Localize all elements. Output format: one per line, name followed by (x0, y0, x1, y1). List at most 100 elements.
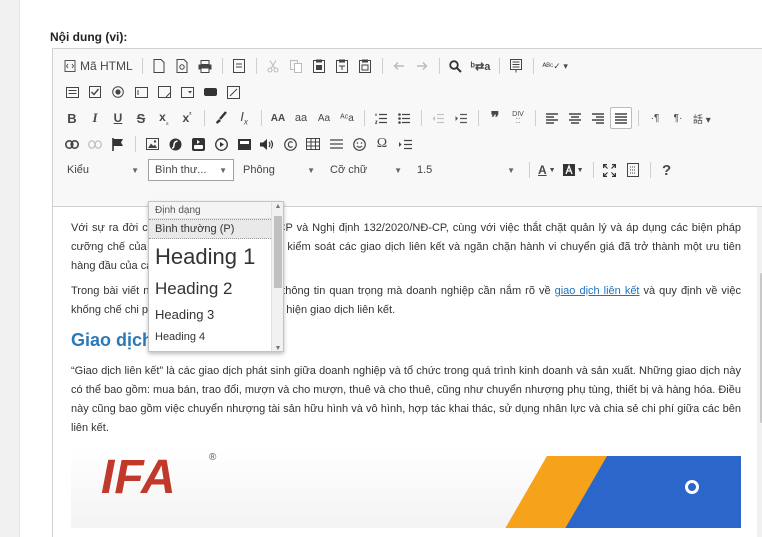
capitalize-button[interactable]: Aa (313, 107, 335, 129)
styles-combo[interactable]: Kiểu ▼ (61, 159, 145, 181)
format-dropdown-scrollbar[interactable]: ▲ ▼ (271, 202, 283, 351)
editor-scrollbar[interactable] (757, 207, 762, 537)
subscript-button[interactable]: x₂ (153, 107, 175, 129)
div-icon: DIV ⁚⁚ (512, 111, 524, 125)
ltr-button[interactable]: ·¶ (644, 107, 666, 129)
format-option-heading-4[interactable]: Heading 4 (149, 327, 283, 347)
textfield-button[interactable] (130, 81, 152, 103)
text-color-button[interactable]: A ▼ (535, 159, 559, 181)
format-combo-label: Bình thư... (155, 164, 207, 176)
help-button[interactable]: ? (656, 159, 678, 181)
font-combo[interactable]: Phông ▼ (237, 159, 321, 181)
align-right-button[interactable] (587, 107, 609, 129)
strike-button[interactable]: S (130, 107, 152, 129)
separator (638, 110, 639, 126)
print-button[interactable] (194, 55, 216, 77)
youtube-button[interactable] (187, 133, 209, 155)
undo-button[interactable] (388, 55, 410, 77)
ltr-icon: ·¶ (650, 112, 660, 124)
rtl-button[interactable]: ¶· (667, 107, 689, 129)
replace-button[interactable]: ᵇ⇄a (468, 55, 494, 77)
content-field-label: Nội dung (vi): (50, 30, 128, 44)
omega-icon: Ω (376, 136, 388, 151)
templates-button[interactable] (228, 55, 250, 77)
related-transaction-link[interactable]: giao dịch liên kết (555, 285, 640, 297)
blockquote-button[interactable]: ❞ (484, 107, 506, 129)
format-option-heading-1[interactable]: Heading 1 (149, 239, 283, 275)
form-button-button[interactable] (199, 81, 221, 103)
align-center-button[interactable] (564, 107, 586, 129)
table-button[interactable] (302, 133, 324, 155)
italic-icon: I (92, 110, 98, 125)
select-all-button[interactable] (505, 55, 527, 77)
underline-icon: U (113, 111, 123, 125)
indent-button[interactable] (450, 107, 472, 129)
checkbox-button[interactable] (84, 81, 106, 103)
paragraph-summary-text: Trong bài viết này, chúng tôi sẽ cung cấ… (71, 285, 555, 297)
format-combo[interactable]: Bình thư... ▼ (148, 159, 234, 181)
paste-button[interactable] (308, 55, 330, 77)
preview-button[interactable] (171, 55, 193, 77)
slideshow-button[interactable] (233, 133, 255, 155)
audio-button[interactable] (256, 133, 278, 155)
page-break-button[interactable] (394, 133, 416, 155)
video-button[interactable] (210, 133, 232, 155)
line-height-combo[interactable]: 1.5 ▼ (411, 159, 521, 181)
superscript-button[interactable]: x² (176, 107, 198, 129)
lowercase-button[interactable]: aa (290, 107, 312, 129)
special-char-button[interactable]: Ω (371, 133, 393, 155)
change-case-button[interactable]: ᴬᶜa (336, 107, 358, 129)
paste-word-button[interactable] (354, 55, 376, 77)
textfield-icon (134, 86, 148, 98)
format-option-normal[interactable]: Bình thường (P) (149, 219, 283, 239)
spellcheck-button[interactable]: ᴬᴮᶜ✓ ▾ (539, 55, 571, 77)
textarea-button[interactable] (153, 81, 175, 103)
numbered-list-button[interactable] (370, 107, 392, 129)
bulleted-list-button[interactable] (393, 107, 415, 129)
remove-format-button[interactable]: Ix (233, 107, 255, 129)
select-field-button[interactable] (176, 81, 198, 103)
flash-button[interactable] (164, 133, 186, 155)
format-dropdown-scroll-thumb[interactable] (274, 216, 282, 288)
image-button-button[interactable] (222, 81, 244, 103)
scroll-down-icon[interactable]: ▼ (272, 345, 283, 351)
radio-button[interactable] (107, 81, 129, 103)
redo-button[interactable] (411, 55, 433, 77)
smiley-button[interactable] (348, 133, 370, 155)
link-button[interactable] (61, 133, 83, 155)
banner-logo: IFA (101, 451, 176, 504)
chevron-down-icon: ▼ (576, 166, 584, 174)
show-blocks-button[interactable] (622, 159, 644, 181)
new-page-button[interactable] (148, 55, 170, 77)
uppercase-button[interactable]: AA (267, 107, 289, 129)
underline-button[interactable]: U (107, 107, 129, 129)
div-container-button[interactable]: DIV ⁚⁚ (507, 107, 529, 129)
copy-button[interactable] (285, 55, 307, 77)
language-button[interactable]: 話 ▾ (690, 107, 714, 129)
paste-text-button[interactable] (331, 55, 353, 77)
scroll-up-icon[interactable]: ▲ (272, 203, 283, 210)
paste-text-icon (335, 59, 348, 73)
image-button[interactable] (141, 133, 163, 155)
bg-color-button[interactable]: ▼ (560, 159, 587, 181)
quote-icon: ❞ (490, 110, 500, 127)
copy-format-button[interactable] (210, 107, 232, 129)
outdent-button[interactable] (427, 107, 449, 129)
unlink-button[interactable] (84, 133, 106, 155)
format-option-heading-2[interactable]: Heading 2 (149, 275, 283, 303)
justify-button[interactable] (610, 107, 632, 129)
iframe-button[interactable] (279, 133, 301, 155)
cut-button[interactable] (262, 55, 284, 77)
font-size-combo[interactable]: Cỡ chữ ▼ (324, 159, 408, 181)
maximize-button[interactable] (599, 159, 621, 181)
anchor-button[interactable] (107, 133, 129, 155)
horizontal-line-button[interactable] (325, 133, 347, 155)
form-button[interactable] (61, 81, 83, 103)
separator (204, 110, 205, 126)
format-option-heading-3[interactable]: Heading 3 (149, 303, 283, 327)
bold-button[interactable]: B (61, 107, 83, 129)
align-left-button[interactable] (541, 107, 563, 129)
source-button[interactable]: Mã HTML (61, 55, 136, 77)
italic-button[interactable]: I (84, 107, 106, 129)
find-button[interactable] (445, 55, 467, 77)
